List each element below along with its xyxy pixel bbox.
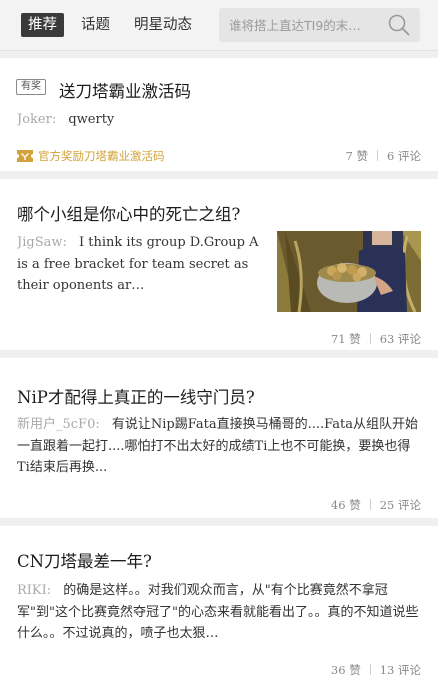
like-count[interactable]: 36 赞 bbox=[331, 663, 361, 677]
post-stats: 71 赞 63 评论 bbox=[331, 331, 421, 347]
top-nav-bar: 推荐 话题 明星动态 bbox=[0, 0, 438, 51]
post-stats: 46 赞 25 评论 bbox=[331, 497, 421, 513]
post-title[interactable]: CN刀塔最差一年? bbox=[17, 548, 152, 572]
comment-count[interactable]: 63 评论 bbox=[380, 332, 421, 346]
search-box[interactable] bbox=[219, 8, 420, 42]
post-card[interactable]: 哪个小组是你心中的死亡之组? JigSaw: I think its group… bbox=[0, 179, 438, 350]
post-thumbnail-image[interactable] bbox=[277, 231, 421, 312]
post-card[interactable]: CN刀塔最差一年? RIKI: 的确是这样。。对我们观众而言，从"有个比赛竟然不… bbox=[0, 526, 438, 685]
like-count[interactable]: 71 赞 bbox=[331, 332, 361, 346]
like-count[interactable]: 46 赞 bbox=[331, 498, 361, 512]
post-stats: 7 赞 6 评论 bbox=[346, 148, 421, 164]
comment-count[interactable]: 13 评论 bbox=[380, 663, 421, 677]
stats-divider bbox=[369, 333, 371, 344]
search-input[interactable] bbox=[229, 8, 377, 42]
post-card[interactable]: 有奖 送刀塔霸业激活码 Joker: qwerty 官方奖励刀塔霸业激活码 7 … bbox=[0, 58, 438, 171]
reward-badge: 有奖 bbox=[16, 79, 46, 95]
stats-divider bbox=[377, 150, 379, 161]
post-author: 新用户_5cF0: bbox=[17, 417, 100, 432]
comment-count[interactable]: 6 评论 bbox=[387, 149, 421, 163]
tab-recommend[interactable]: 推荐 bbox=[21, 13, 64, 37]
post-title[interactable]: NiP才配得上真正的一线守门员? bbox=[17, 384, 255, 408]
post-title[interactable]: 送刀塔霸业激活码 bbox=[59, 78, 191, 102]
stats-divider bbox=[369, 499, 371, 510]
post-text: 的确是这样。。对我们观众而言，从"有个比赛竟然不拿冠军"到"这个比赛竟然夺冠了"… bbox=[17, 583, 419, 641]
ticket-icon bbox=[17, 150, 33, 162]
post-stats: 36 赞 13 评论 bbox=[331, 662, 421, 678]
post-excerpt: RIKI: 的确是这样。。对我们观众而言，从"有个比赛竟然不拿冠军"到"这个比赛… bbox=[17, 580, 422, 645]
like-count[interactable]: 7 赞 bbox=[346, 149, 368, 163]
post-excerpt: 新用户_5cF0: 有说让Nip踢Fata直接换马桶哥的....Fata从组队开… bbox=[17, 414, 422, 479]
promo-label: 官方奖励刀塔霸业激活码 bbox=[38, 149, 165, 163]
tab-topics[interactable]: 话题 bbox=[81, 13, 110, 37]
comment-count[interactable]: 25 评论 bbox=[380, 498, 421, 512]
promo-link[interactable]: 官方奖励刀塔霸业激活码 bbox=[17, 148, 165, 164]
post-author: RIKI: bbox=[17, 583, 52, 598]
post-author: Joker: bbox=[17, 112, 57, 127]
stats-divider bbox=[369, 664, 371, 675]
post-card[interactable]: NiP才配得上真正的一线守门员? 新用户_5cF0: 有说让Nip踢Fata直接… bbox=[0, 358, 438, 518]
post-author: JigSaw: bbox=[17, 235, 67, 250]
post-text: qwerty bbox=[68, 112, 115, 127]
post-title[interactable]: 哪个小组是你心中的死亡之组? bbox=[17, 201, 240, 225]
search-icon[interactable] bbox=[388, 14, 410, 36]
tab-star-news[interactable]: 明星动态 bbox=[134, 13, 192, 37]
post-excerpt: Joker: qwerty bbox=[17, 109, 417, 131]
post-excerpt: JigSaw: I think its group D.Group A is a… bbox=[17, 232, 262, 297]
